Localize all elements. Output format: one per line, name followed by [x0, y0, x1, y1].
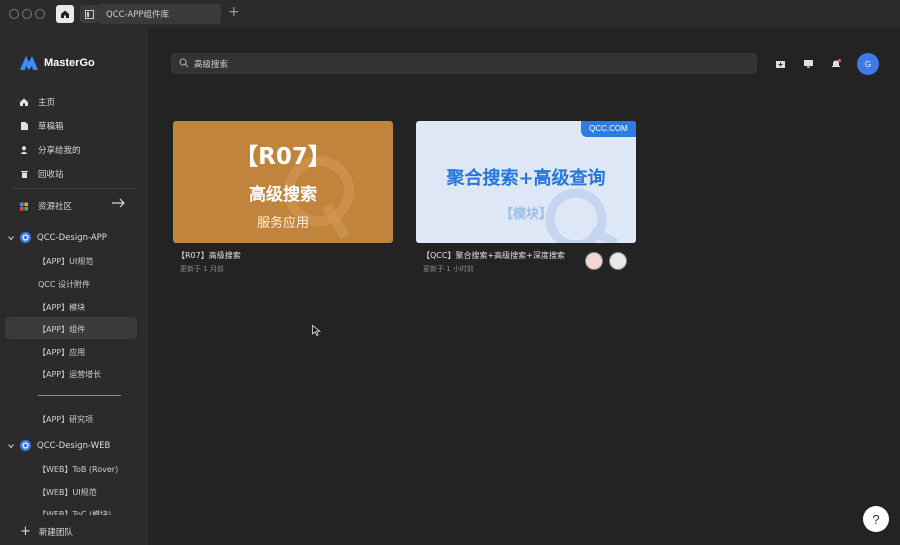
collaborator-avatar[interactable] — [585, 252, 603, 270]
sidebar-item-app-modules[interactable]: 【APP】模块 — [38, 302, 85, 313]
sidebar-divider — [12, 188, 136, 189]
file-tab-icon[interactable] — [80, 5, 98, 23]
sidebar-item-app-components[interactable]: 【APP】组件 — [38, 324, 85, 335]
search-icon — [179, 58, 189, 71]
chevron-down-icon — [8, 443, 14, 448]
arrow-right-icon[interactable] — [112, 198, 126, 211]
new-team-button[interactable]: + 新建团队 — [20, 524, 73, 539]
mouse-cursor-icon — [312, 325, 321, 336]
team-logo-icon — [20, 232, 31, 243]
sidebar-item-app-ui-spec[interactable]: 【APP】UI规范 — [38, 256, 93, 267]
collaborator-avatar[interactable] — [609, 252, 627, 270]
sidebar-item-web-ui-spec[interactable]: 【WEB】UI规范 — [38, 487, 97, 498]
user-icon — [20, 146, 28, 154]
brand-badge: QCC.COM — [581, 121, 636, 137]
thumb-heading: 【R07】 — [235, 144, 331, 170]
sidebar-item-label: 资源社区 — [38, 202, 73, 212]
brand-name: MasterGo — [44, 57, 95, 69]
sidebar: MasterGo 主页 草稿箱 分享给我的 回收站 资源社区 QCC-Desig… — [0, 28, 148, 545]
desktop-icon[interactable] — [802, 58, 814, 70]
title-bar: QCC-APP组件库 + — [0, 0, 900, 28]
new-tab-icon[interactable]: + — [228, 5, 240, 19]
sidebar-item-qcc-attachments[interactable]: QCC 设计附件 — [38, 279, 90, 290]
file-icon — [20, 122, 28, 130]
file-tab[interactable]: QCC-APP组件库 — [98, 4, 221, 24]
sidebar-item-label: 草稿箱 — [38, 122, 64, 132]
sidebar-item-app-apps[interactable]: 【APP】应用 — [38, 347, 85, 358]
thumb-title: 聚合搜索+高级查询 — [446, 168, 606, 189]
drag-separator — [38, 395, 121, 396]
sidebar-item-drafts[interactable]: 草稿箱 — [20, 120, 64, 132]
file-card-name[interactable]: 【QCC】聚合搜索+高级搜索+深度搜索 — [422, 250, 565, 261]
sidebar-item-trash[interactable]: 回收站 — [20, 168, 64, 180]
file-grid-icon — [84, 9, 94, 19]
sidebar-item-label: 主页 — [38, 98, 56, 108]
community-icon — [20, 202, 28, 210]
search-input[interactable]: 高级搜索 — [171, 53, 757, 74]
trash-icon — [20, 170, 28, 178]
thumb-title: 高级搜索 — [249, 185, 317, 205]
brand-logo[interactable]: MasterGo — [20, 56, 95, 70]
user-avatar[interactable]: G — [857, 53, 879, 75]
sidebar-item-app-growth[interactable]: 【APP】运营增长 — [38, 369, 101, 380]
new-team-label: 新建团队 — [38, 528, 73, 538]
sidebar-item-web-tob[interactable]: 【WEB】ToB (Rover) — [38, 464, 118, 475]
thumb-tag: 【模块】 — [499, 207, 552, 222]
home-tab[interactable] — [56, 5, 74, 23]
window-close-dot[interactable] — [9, 9, 19, 19]
file-card-thumbnail[interactable]: QCC.COM 聚合搜索+高级查询 【模块】 — [416, 121, 636, 243]
chevron-down-icon — [8, 235, 14, 240]
sidebar-item-web-toc[interactable]: 【WEB】ToC (模块) — [38, 509, 111, 515]
team-name: QCC-Design-WEB — [37, 440, 111, 451]
file-card-thumbnail[interactable]: 【R07】 高级搜索 服务应用 — [173, 121, 393, 243]
sidebar-item-home[interactable]: 主页 — [20, 96, 55, 108]
sidebar-item-label: 分享给我的 — [38, 146, 81, 156]
search-value: 高级搜索 — [194, 60, 229, 70]
team-qcc-design-web[interactable]: QCC-Design-WEB — [8, 440, 110, 451]
plus-icon: + — [20, 524, 31, 539]
window-minimize-dot[interactable] — [22, 9, 32, 19]
window-maximize-dot[interactable] — [35, 9, 45, 19]
team-qcc-design-app[interactable]: QCC-Design-APP — [8, 232, 107, 243]
sidebar-item-shared[interactable]: 分享给我的 — [20, 144, 81, 156]
team-logo-icon — [20, 440, 31, 451]
home-icon — [20, 98, 28, 106]
file-card-name[interactable]: 【R07】高级搜索 — [177, 250, 241, 261]
sidebar-item-label: 回收站 — [38, 170, 64, 180]
file-card-updated: 更新于 1 小时前 — [423, 265, 474, 273]
file-tab-label: QCC-APP组件库 — [106, 10, 170, 20]
main-content: 高级搜索 G 【R07】 高级搜索 服务应用 【R07】高级搜索 更新于 1 月… — [148, 28, 900, 545]
help-button[interactable]: ? — [863, 506, 889, 532]
thumb-subtitle: 服务应用 — [256, 216, 309, 231]
home-icon — [61, 10, 69, 18]
bell-icon[interactable] — [830, 58, 842, 70]
mastergo-logo-icon — [20, 56, 38, 70]
team-name: QCC-Design-APP — [37, 232, 107, 243]
new-file-icon[interactable] — [774, 58, 786, 70]
file-card-updated: 更新于 1 月前 — [180, 265, 224, 273]
sidebar-item-app-research[interactable]: 【APP】研究项 — [38, 414, 93, 425]
